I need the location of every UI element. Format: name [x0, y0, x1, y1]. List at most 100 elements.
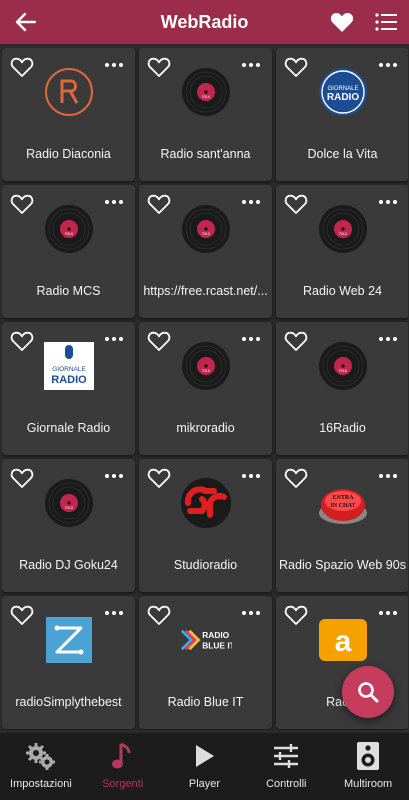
station-card[interactable]: FOLK Radio sant'anna: [139, 48, 272, 181]
station-card[interactable]: RADIO BLUE IT Radio Blue IT: [139, 596, 272, 729]
list-view-button[interactable]: [364, 0, 408, 44]
station-name: radioSimplythebest: [15, 695, 122, 709]
more-options-button[interactable]: [240, 606, 262, 620]
sliders-icon: [270, 740, 302, 772]
nav-multiroom[interactable]: Multiroom: [327, 733, 409, 800]
station-card[interactable]: GIORNALE RADIO Giornale Radio: [2, 322, 135, 455]
more-dots-icon: [105, 337, 109, 341]
search-fab[interactable]: [342, 666, 394, 718]
more-dots-icon: [105, 200, 109, 204]
heart-outline-icon: [10, 57, 34, 77]
more-options-button[interactable]: [377, 195, 399, 209]
more-options-button[interactable]: [240, 58, 262, 72]
nav-label: Player: [188, 778, 221, 790]
more-dots-icon: [379, 474, 383, 478]
svg-text:RADIO: RADIO: [51, 374, 87, 386]
station-name: Radio Web 24: [303, 284, 382, 298]
more-options-button[interactable]: [240, 332, 262, 346]
back-arrow-icon: [15, 12, 37, 32]
list-icon: [375, 13, 397, 31]
station-card[interactable]: Radio Diaconia: [2, 48, 135, 181]
favorite-toggle[interactable]: [10, 193, 34, 215]
nav-sorgenti[interactable]: Sorgenti: [82, 733, 164, 800]
favorite-toggle[interactable]: [284, 467, 308, 489]
station-logo: FOLK: [180, 340, 232, 392]
heart-outline-icon: [284, 468, 308, 488]
station-name: Radio Spazio Web 90s: [279, 558, 406, 572]
favorite-toggle[interactable]: [284, 193, 308, 215]
svg-text:GIORNALE: GIORNALE: [52, 366, 86, 373]
more-options-button[interactable]: [240, 195, 262, 209]
station-logo: RADIO BLUE IT: [180, 614, 232, 666]
more-dots-icon: [242, 200, 246, 204]
favorite-toggle[interactable]: [147, 193, 171, 215]
favorite-toggle[interactable]: [284, 56, 308, 78]
heart-outline-icon: [147, 57, 171, 77]
more-options-button[interactable]: [377, 606, 399, 620]
more-options-button[interactable]: [103, 195, 125, 209]
station-logo: a: [317, 614, 369, 666]
gears-icon: [25, 740, 57, 772]
station-card[interactable]: FOLK Radio MCS: [2, 185, 135, 318]
more-options-button[interactable]: [240, 469, 262, 483]
svg-text:IN CHAT: IN CHAT: [330, 503, 355, 509]
favorite-toggle[interactable]: [147, 467, 171, 489]
favorite-toggle[interactable]: [10, 604, 34, 626]
station-name: Radio Blue IT: [167, 695, 244, 709]
more-dots-icon: [105, 611, 109, 615]
station-card[interactable]: a Radio: [276, 596, 408, 729]
favorite-toggle[interactable]: [10, 56, 34, 78]
station-card[interactable]: FOLK https://free.rcast.net/...: [139, 185, 272, 318]
station-card[interactable]: FOLK Radio DJ Goku24: [2, 459, 135, 592]
more-dots-icon: [105, 474, 109, 478]
vinyl-record-icon: FOLK: [319, 342, 367, 390]
station-card[interactable]: GIORNALE RADIO Dolce la Vita: [276, 48, 408, 181]
nav-impostazioni[interactable]: Impostazioni: [0, 733, 82, 800]
heart-outline-icon: [10, 605, 34, 625]
station-card[interactable]: FOLK Radio Web 24: [276, 185, 408, 318]
more-options-button[interactable]: [103, 332, 125, 346]
back-button[interactable]: [4, 0, 48, 44]
station-card[interactable]: Studioradio: [139, 459, 272, 592]
station-logo: GIORNALE RADIO: [43, 340, 95, 392]
more-options-button[interactable]: [377, 469, 399, 483]
nav-label: Impostazioni: [10, 778, 72, 790]
favorite-toggle[interactable]: [10, 467, 34, 489]
favorite-toggle[interactable]: [147, 604, 171, 626]
svg-text:FOLK: FOLK: [339, 369, 348, 373]
svg-text:FOLK: FOLK: [202, 95, 211, 99]
heart-outline-icon: [284, 331, 308, 351]
favorite-toggle[interactable]: [147, 56, 171, 78]
favorite-toggle[interactable]: [284, 604, 308, 626]
more-dots-icon: [379, 611, 383, 615]
heart-outline-icon: [147, 605, 171, 625]
heart-outline-icon: [10, 194, 34, 214]
more-options-button[interactable]: [377, 332, 399, 346]
heart-outline-icon: [147, 331, 171, 351]
station-card[interactable]: FOLK mikroradio: [139, 322, 272, 455]
station-card[interactable]: FOLK 16Radio: [276, 322, 408, 455]
station-card[interactable]: radioSimplythebest: [2, 596, 135, 729]
station-name: mikroradio: [176, 421, 235, 435]
station-grid: Radio Diaconia FOLK Radio sant'anna GIOR…: [2, 48, 408, 730]
station-card[interactable]: ENTRA IN CHAT Radio Spazio Web 90s: [276, 459, 408, 592]
station-name: 16Radio: [319, 421, 366, 435]
favorites-button[interactable]: [320, 0, 364, 44]
nav-player[interactable]: Player: [164, 733, 246, 800]
more-dots-icon: [379, 63, 383, 67]
more-options-button[interactable]: [377, 58, 399, 72]
more-options-button[interactable]: [103, 606, 125, 620]
more-dots-icon: [242, 337, 246, 341]
station-logo: FOLK: [43, 203, 95, 255]
favorite-toggle[interactable]: [10, 330, 34, 352]
more-options-button[interactable]: [103, 469, 125, 483]
svg-text:FOLK: FOLK: [339, 232, 348, 236]
entra-in-chat-button-logo: ENTRA IN CHAT: [319, 489, 367, 524]
favorite-toggle[interactable]: [147, 330, 171, 352]
svg-text:a: a: [335, 625, 352, 658]
svg-text:FOLK: FOLK: [202, 232, 211, 236]
station-logo: FOLK: [317, 203, 369, 255]
more-options-button[interactable]: [103, 58, 125, 72]
nav-controlli[interactable]: Controlli: [245, 733, 327, 800]
favorite-toggle[interactable]: [284, 330, 308, 352]
